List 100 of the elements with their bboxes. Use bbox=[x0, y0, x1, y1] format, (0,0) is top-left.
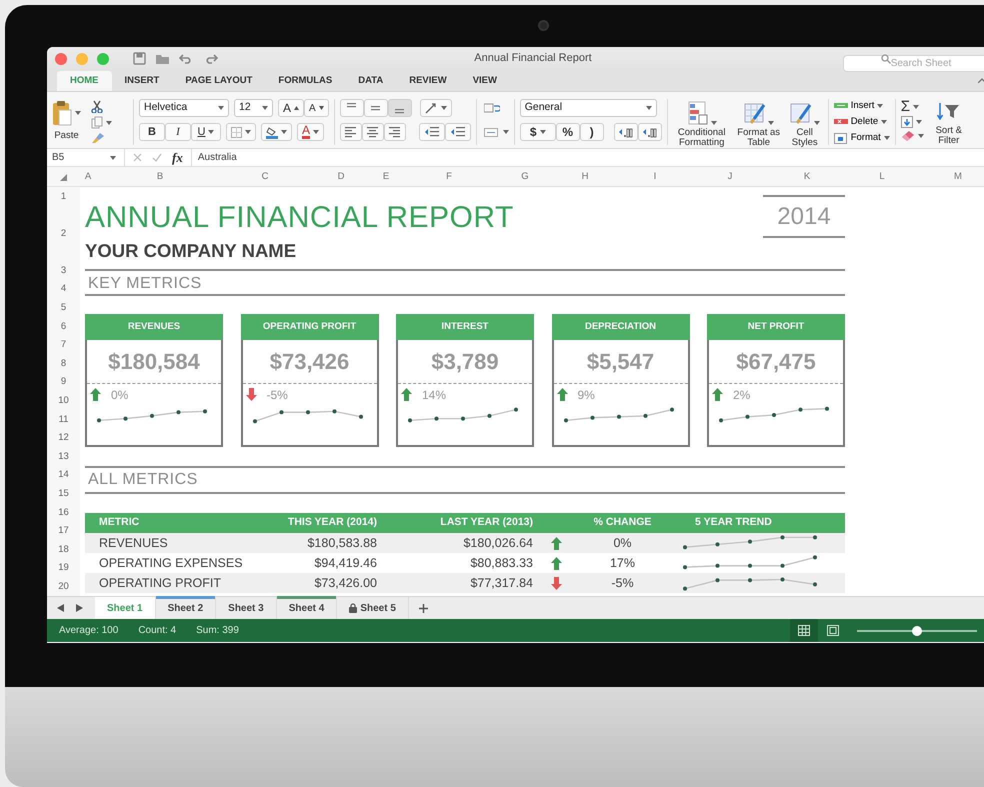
row-header[interactable]: 13 bbox=[47, 448, 80, 466]
ribbon-tab[interactable]: INSERT bbox=[112, 71, 172, 91]
row-header[interactable]: 9 bbox=[47, 373, 80, 392]
caret-icon[interactable] bbox=[768, 121, 774, 125]
comma-style-button[interactable]: ) bbox=[580, 123, 604, 141]
merge-icon[interactable] bbox=[484, 128, 498, 136]
row-header[interactable]: 19 bbox=[47, 559, 80, 578]
font-color-button[interactable]: A bbox=[297, 123, 324, 141]
underline-button[interactable]: U bbox=[191, 123, 221, 141]
column-header[interactable]: I bbox=[622, 167, 688, 186]
font-dropdown[interactable]: Helvetica bbox=[139, 99, 229, 117]
wrap-text-icon[interactable] bbox=[484, 102, 500, 114]
close-button[interactable] bbox=[55, 52, 67, 64]
page-layout-icon[interactable] bbox=[827, 625, 839, 636]
decrease-decimal-icon[interactable] bbox=[642, 126, 657, 138]
row-header[interactable]: 5 bbox=[47, 298, 80, 318]
cell-styles-button[interactable]: Cell Styles bbox=[786, 99, 823, 148]
ribbon-tab[interactable]: DATA bbox=[345, 71, 396, 91]
insert-function-button[interactable]: fx bbox=[172, 151, 183, 164]
row-header[interactable]: 8 bbox=[47, 354, 80, 374]
conditional-formatting-button[interactable]: Conditional Formatting bbox=[672, 99, 731, 148]
caret-icon[interactable] bbox=[884, 136, 890, 140]
caret-icon[interactable] bbox=[918, 134, 924, 138]
caret-icon[interactable] bbox=[208, 130, 214, 134]
eraser-icon[interactable] bbox=[900, 130, 915, 142]
decrease-indent-icon[interactable] bbox=[424, 127, 439, 137]
row-header[interactable]: 1 bbox=[47, 187, 80, 207]
caret-icon[interactable] bbox=[502, 130, 509, 134]
caret-icon[interactable] bbox=[440, 106, 447, 110]
currency-button[interactable]: $ bbox=[520, 123, 556, 141]
column-header[interactable]: F bbox=[396, 167, 502, 186]
caret-icon[interactable] bbox=[262, 106, 268, 110]
caret-icon[interactable] bbox=[710, 121, 717, 125]
caret-icon[interactable] bbox=[75, 111, 81, 115]
sheet-tab[interactable]: Sheet 1 bbox=[95, 597, 156, 619]
paste-button[interactable]: Paste bbox=[52, 99, 81, 148]
orientation-button[interactable] bbox=[420, 99, 452, 117]
ribbon-tab[interactable]: FORMULAS bbox=[265, 71, 346, 91]
row-header[interactable]: 4 bbox=[47, 280, 80, 299]
increase-indent-icon[interactable] bbox=[450, 127, 465, 137]
column-header[interactable]: K bbox=[772, 167, 842, 186]
caret-icon[interactable] bbox=[881, 120, 888, 124]
caret-icon[interactable] bbox=[313, 130, 320, 134]
italic-button[interactable]: I bbox=[165, 123, 191, 141]
row-header[interactable]: 14 bbox=[47, 466, 80, 485]
align-right-icon[interactable] bbox=[389, 126, 400, 138]
search-field[interactable]: Search Sheet bbox=[843, 55, 984, 72]
caret-icon[interactable] bbox=[218, 106, 224, 110]
percent-button[interactable]: % bbox=[556, 123, 580, 141]
column-header[interactable]: D bbox=[306, 167, 376, 186]
column-header[interactable]: M bbox=[922, 167, 984, 186]
caret-icon[interactable] bbox=[913, 104, 920, 108]
ribbon-tab[interactable]: REVIEW bbox=[396, 71, 460, 91]
font-size-dropdown[interactable]: 12 bbox=[234, 99, 273, 117]
align-center-icon[interactable] bbox=[367, 126, 378, 138]
align-left-icon[interactable] bbox=[345, 126, 356, 138]
shrink-font-button[interactable]: A bbox=[304, 99, 329, 117]
row-header[interactable]: 11 bbox=[47, 410, 80, 430]
zoom-slider[interactable] bbox=[857, 626, 977, 636]
ribbon-tab[interactable]: PAGE LAYOUT bbox=[172, 71, 266, 91]
row-header[interactable]: 16 bbox=[47, 503, 80, 522]
row-header[interactable]: 12 bbox=[47, 429, 80, 448]
select-all-icon[interactable] bbox=[60, 174, 67, 181]
row-header[interactable]: 17 bbox=[47, 522, 80, 541]
column-header[interactable]: J bbox=[688, 167, 772, 186]
collapse-icon[interactable] bbox=[978, 78, 984, 83]
column-header[interactable]: L bbox=[842, 167, 922, 186]
bold-button[interactable]: B bbox=[139, 123, 165, 141]
name-box-caret-icon[interactable] bbox=[110, 156, 116, 160]
fill-color-button[interactable] bbox=[261, 123, 292, 141]
sort-filter-button[interactable]: Sort & Filter bbox=[932, 99, 966, 148]
caret-icon[interactable] bbox=[646, 106, 652, 110]
caret-icon[interactable] bbox=[916, 120, 922, 124]
row-header[interactable]: 18 bbox=[47, 540, 80, 560]
normal-view-button[interactable] bbox=[790, 619, 818, 642]
delete-cells-button[interactable]: Delete bbox=[834, 115, 890, 129]
ribbon-tab[interactable]: VIEW bbox=[460, 71, 510, 91]
row-header[interactable]: 7 bbox=[47, 336, 80, 355]
autosum-button[interactable]: Σ bbox=[900, 99, 924, 114]
caret-icon[interactable] bbox=[245, 130, 251, 134]
column-header[interactable]: B bbox=[96, 167, 224, 186]
row-header[interactable]: 10 bbox=[47, 392, 80, 410]
column-header[interactable]: C bbox=[224, 167, 306, 186]
caret-icon[interactable] bbox=[814, 121, 820, 125]
column-header[interactable]: H bbox=[548, 167, 622, 186]
fill-down-icon[interactable] bbox=[900, 116, 913, 128]
grow-font-button[interactable]: A bbox=[278, 99, 304, 117]
caret-icon[interactable] bbox=[106, 120, 112, 124]
format-cells-button[interactable]: Format bbox=[834, 131, 890, 145]
previous-sheet-icon[interactable] bbox=[57, 604, 64, 612]
caret-icon[interactable] bbox=[877, 104, 884, 108]
next-sheet-icon[interactable] bbox=[76, 604, 83, 612]
row-header[interactable]: 2 bbox=[47, 207, 80, 262]
column-header[interactable]: A bbox=[80, 167, 96, 186]
caret-icon[interactable] bbox=[281, 130, 287, 134]
column-header[interactable]: G bbox=[502, 167, 548, 186]
increase-decimal-icon[interactable] bbox=[618, 126, 633, 138]
row-header[interactable]: 3 bbox=[47, 262, 80, 280]
scissors-icon[interactable] bbox=[91, 100, 103, 113]
row-header[interactable]: 20 bbox=[47, 578, 80, 596]
